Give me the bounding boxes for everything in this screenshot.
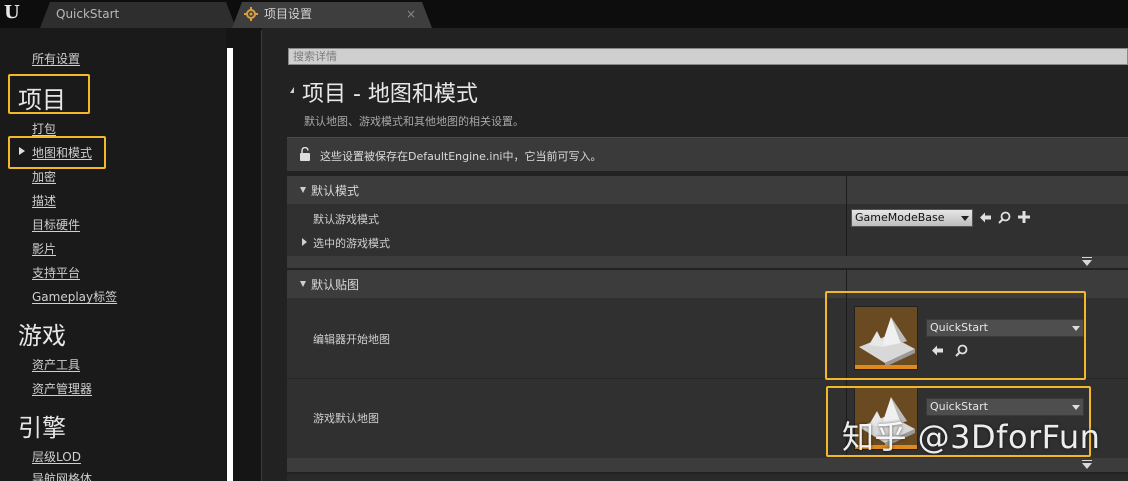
watermark: 知乎 @3DforFun	[842, 418, 1101, 456]
add-plus-icon[interactable]	[1018, 211, 1030, 223]
chevron-down-icon	[961, 216, 969, 221]
sidebar-scrollbar[interactable]	[227, 48, 233, 481]
default-game-mode-label: 默认游戏模式	[313, 213, 379, 226]
advanced-expander-icon[interactable]	[1082, 460, 1092, 469]
collapse-arrow-icon	[300, 187, 306, 193]
use-selected-arrow-icon[interactable]	[979, 211, 992, 224]
tab-project-settings[interactable]: 项目设置 ×	[232, 2, 432, 28]
nav-all-settings[interactable]: 所有设置	[32, 50, 80, 67]
notice-text: 这些设置被保存在DefaultEngine.ini中，它当前可写入。	[320, 150, 602, 163]
nav-item-asset-manager[interactable]: 资产管理器	[32, 380, 92, 397]
nav-item-movies[interactable]: 影片	[32, 240, 56, 257]
tab-label: QuickStart	[56, 7, 120, 21]
tab-bar: U QuickStart 项目设置 ×	[0, 0, 1128, 28]
nav-item-hlod[interactable]: 层级LOD	[32, 448, 81, 465]
game-default-map-label: 游戏默认地图	[313, 412, 379, 425]
nav-item-target-hardware[interactable]: 目标硬件	[32, 216, 80, 233]
search-input[interactable]: 搜索详情	[288, 48, 1128, 65]
gear-icon	[244, 7, 258, 21]
tab-quickstart[interactable]: QuickStart	[40, 2, 236, 28]
nav-item-supported-platforms[interactable]: 支持平台	[32, 264, 80, 281]
highlight-box	[825, 291, 1086, 380]
column-divider	[846, 176, 847, 256]
nav-item-asset-tools[interactable]: 资产工具	[32, 356, 80, 373]
combo-value: GameModeBase	[855, 211, 945, 224]
nav-category-game: 游戏	[18, 322, 66, 350]
editor-startup-map-label: 编辑器开始地图	[313, 333, 390, 346]
browse-search-icon[interactable]	[998, 211, 1011, 224]
default-game-mode-combo[interactable]: GameModeBase	[851, 209, 973, 227]
nav-item-encryption[interactable]: 加密	[32, 168, 56, 185]
section-header: 默认模式	[311, 184, 360, 198]
nav-category-engine: 引擎	[18, 414, 66, 442]
close-icon[interactable]: ×	[406, 2, 416, 26]
section-header: 默认贴图	[311, 278, 360, 292]
collapse-arrow-icon	[300, 281, 306, 287]
highlight-box	[8, 136, 106, 169]
nav-item-description[interactable]: 描述	[32, 192, 56, 209]
advanced-expander-icon[interactable]	[1082, 257, 1092, 266]
divider	[261, 30, 262, 481]
nav-item-packaging[interactable]: 打包	[32, 120, 56, 137]
unlock-icon	[300, 147, 310, 161]
tab-label: 项目设置	[264, 7, 313, 21]
page-subtitle: 默认地图、游戏模式和其他地图的相关设置。	[304, 115, 524, 128]
nav-item-gameplay-tags[interactable]: Gameplay标签	[32, 288, 117, 305]
config-notice: 这些设置被保存在DefaultEngine.ini中，它当前可写入。	[287, 137, 1128, 171]
unreal-logo-icon[interactable]: U	[4, 3, 24, 23]
nav-item-navmesh[interactable]: 导航网格体	[32, 470, 92, 481]
section-default-modes[interactable]: 默认模式	[287, 176, 1128, 204]
section-footer	[287, 458, 1128, 472]
selected-game-mode-label: 选中的游戏模式	[313, 237, 390, 250]
next-section	[287, 474, 1128, 481]
section-footer	[287, 256, 1128, 268]
page-title: 项目 - 地图和模式	[302, 82, 478, 107]
expand-arrow-icon[interactable]	[302, 238, 307, 246]
collapse-arrow-icon[interactable]	[290, 87, 294, 93]
highlight-box	[8, 74, 90, 114]
